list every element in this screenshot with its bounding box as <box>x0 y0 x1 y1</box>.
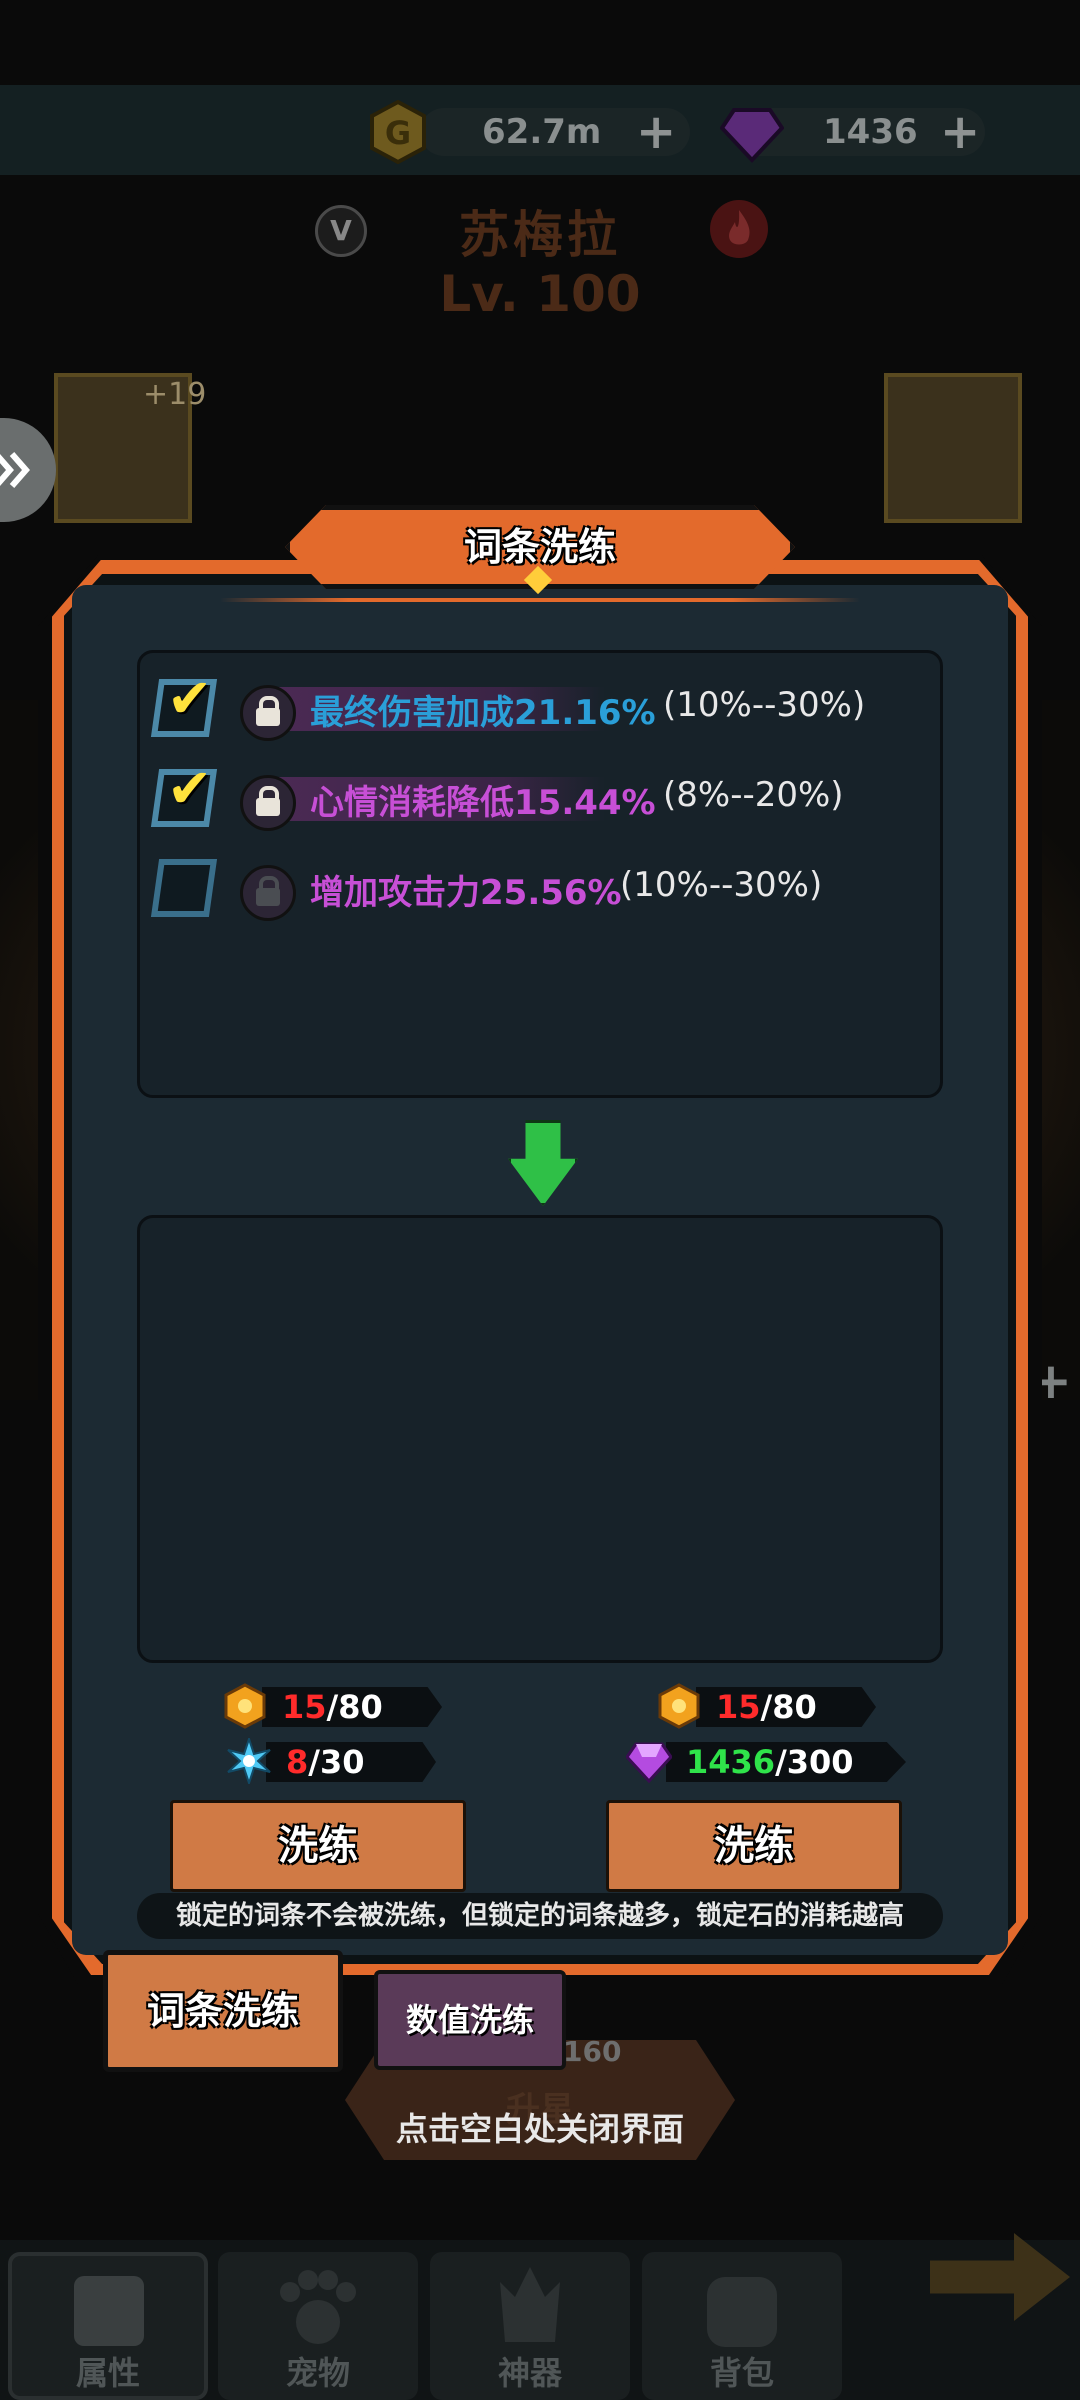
wash-button-stone[interactable]: 洗练 <box>170 1800 466 1892</box>
attribute-name: 最终伤害加成21.16% <box>310 693 656 733</box>
purple-gem-icon <box>625 1738 673 1784</box>
paw-icon <box>280 2270 356 2344</box>
purple-gem-icon <box>719 100 785 164</box>
checkmark-icon: ✔ <box>167 667 213 730</box>
lock-icon <box>240 685 296 741</box>
close-hint[interactable]: 点击空白处关闭界面 <box>0 2104 1080 2150</box>
side-expand-button[interactable] <box>0 418 56 522</box>
attribute-name: 心情消耗降低15.44% <box>310 783 656 823</box>
attribute-checkbox[interactable] <box>150 859 218 917</box>
attribute-range: (10%--30%) <box>663 685 866 725</box>
character-level: Lv. 100 <box>439 265 641 323</box>
svg-text:G: G <box>385 114 411 152</box>
trident-icon <box>500 2267 560 2342</box>
nav-label-artifacts: 神器 <box>497 2354 562 2392</box>
lock-stone-icon <box>656 1683 702 1729</box>
equipment-enhance-level: +19 <box>143 377 207 412</box>
cost-amount: 15/80 <box>716 1688 817 1726</box>
backpack-icon <box>707 2277 777 2347</box>
wash-button-gem[interactable]: 洗练 <box>606 1800 902 1892</box>
tab-affix-wash[interactable]: 词条洗练 <box>103 1950 343 2072</box>
fire-element-icon <box>710 200 768 258</box>
add-gem-button[interactable]: + <box>940 104 980 160</box>
tab-value-wash[interactable]: 数值洗练 <box>374 1970 566 2070</box>
gold-coin-icon: G <box>366 99 430 165</box>
cost-amount: 15/80 <box>282 1688 383 1726</box>
equipment-slot-right[interactable] <box>884 373 1022 523</box>
lock-icon <box>240 775 296 831</box>
equipment-slot-left[interactable]: +19 <box>54 373 206 523</box>
upgrade-cost: 160 <box>563 2035 622 2068</box>
nav-label-pets: 宠物 <box>285 2354 350 2392</box>
cost-amount: 1436/300 <box>686 1743 854 1781</box>
attribute-range: (10%--30%) <box>620 865 823 905</box>
checkmark-icon: ✔ <box>167 757 213 820</box>
double-chevron-icon <box>0 452 30 488</box>
gem-amount: 1436 <box>823 112 918 152</box>
gold-amount: 62.7m <box>482 112 602 152</box>
character-name: 苏梅拉 <box>459 206 621 264</box>
lock-stone-icon <box>222 1683 268 1729</box>
nav-label-attributes: 属性 <box>75 2354 140 2392</box>
title-underline <box>220 598 860 602</box>
nav-label-backpack: 背包 <box>709 2354 774 2392</box>
wash-stone-icon <box>226 1735 272 1787</box>
add-gold-button[interactable]: + <box>636 104 676 160</box>
unlock-icon <box>240 865 296 921</box>
cost-amount: 8/30 <box>286 1743 365 1781</box>
attribute-range: (8%--20%) <box>663 775 844 815</box>
attribute-name: 增加攻击力25.56% <box>310 873 622 913</box>
new-attributes-box <box>137 1215 943 1663</box>
lock-notice: 锁定的词条不会被洗练，但锁定的词条越多，锁定石的消耗越高 <box>137 1893 943 1939</box>
